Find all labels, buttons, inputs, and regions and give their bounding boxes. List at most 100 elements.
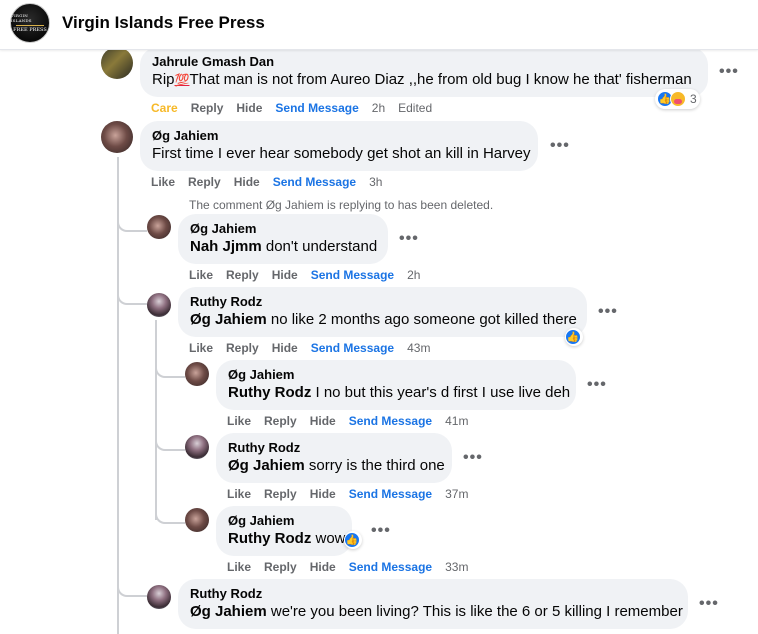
comment-author[interactable]: Ruthy Rodz [190, 294, 575, 310]
page-title[interactable]: Virgin Islands Free Press [62, 13, 265, 33]
more-options-icon[interactable]: ••• [719, 64, 739, 80]
reply-button[interactable]: Reply [188, 175, 221, 189]
avatar[interactable] [101, 121, 133, 153]
more-options-icon[interactable]: ••• [587, 377, 607, 393]
logo-divider [16, 25, 44, 26]
reply-button[interactable]: Reply [226, 268, 259, 282]
avatar[interactable] [101, 47, 133, 79]
reply-button[interactable]: Reply [226, 341, 259, 355]
hide-button[interactable]: Hide [234, 175, 260, 189]
avatar[interactable] [185, 435, 209, 459]
comment-text-body: sorry is the third one [304, 457, 445, 474]
care-reaction-icon [670, 91, 686, 107]
mention-link[interactable]: Øg Jahiem [190, 603, 267, 620]
comment-time[interactable]: 41m [445, 414, 468, 428]
comment-actions: Like Reply Hide Send Message 37m [227, 487, 481, 501]
comment-author[interactable]: Jahrule Gmash Dan [152, 54, 696, 70]
more-options-icon[interactable]: ••• [399, 231, 419, 247]
reaction-count: 3 [690, 92, 697, 106]
comment-author[interactable]: Øg Jahiem [228, 367, 564, 383]
hide-button[interactable]: Hide [272, 268, 298, 282]
comment-text: Øg Jahiem no like 2 months ago someone g… [190, 310, 577, 330]
deleted-comment-note: The comment Øg Jahiem is replying to has… [189, 198, 494, 212]
like-button[interactable]: Like [189, 341, 213, 355]
send-message-button[interactable]: Send Message [273, 175, 356, 189]
send-message-button[interactable]: Send Message [349, 560, 432, 574]
avatar[interactable] [185, 362, 209, 386]
comment-bubble: Ruthy Rodz Øg Jahiem sorry is the third … [216, 433, 452, 483]
logo-text-top: VIRGIN ISLANDS [11, 13, 32, 23]
comment-actions: Like Reply Hide Send Message 33m [227, 560, 481, 574]
mention-link[interactable]: Ruthy Rodz [228, 384, 311, 401]
more-options-icon[interactable]: ••• [598, 304, 618, 320]
more-options-icon[interactable]: ••• [463, 450, 483, 466]
comment-time[interactable]: 2h [407, 268, 420, 282]
hide-button[interactable]: Hide [236, 101, 262, 115]
send-message-button[interactable]: Send Message [349, 414, 432, 428]
comment-time[interactable]: 2h [372, 101, 385, 115]
send-message-button[interactable]: Send Message [311, 341, 394, 355]
comment-time[interactable]: 3h [369, 175, 382, 189]
thread-connector [117, 212, 147, 232]
comment-text: Ruthy Rodz wow [228, 529, 346, 549]
hide-button[interactable]: Hide [310, 414, 336, 428]
hide-button[interactable]: Hide [310, 560, 336, 574]
comment-author[interactable]: Ruthy Rodz [190, 586, 676, 602]
avatar[interactable] [185, 508, 209, 532]
comment-author[interactable]: Øg Jahiem [152, 128, 526, 144]
send-message-button[interactable]: Send Message [275, 101, 358, 115]
comment-actions: Like Reply Hide Send Message 2h [189, 268, 433, 282]
avatar[interactable] [147, 293, 171, 317]
more-options-icon[interactable]: ••• [699, 596, 719, 612]
comment-text-body: I no but this year's d first I use live … [311, 384, 571, 401]
mention-link[interactable]: Øg Jahiem [190, 311, 267, 328]
send-message-button[interactable]: Send Message [349, 487, 432, 501]
reaction-summary[interactable]: 👍 3 [655, 89, 700, 109]
comment-author[interactable]: Øg Jahiem [190, 221, 376, 237]
comment-time[interactable]: 43m [407, 341, 430, 355]
comment-text-body: we're you been living? This is like the … [266, 603, 683, 620]
like-button[interactable]: Like [227, 487, 251, 501]
mention-link[interactable]: Nah Jjmm [190, 238, 262, 255]
reaction-summary[interactable]: 👍 [565, 328, 583, 346]
hide-button[interactable]: Hide [272, 341, 298, 355]
reply-button[interactable]: Reply [264, 414, 297, 428]
reaction-summary[interactable]: 👍 [344, 531, 362, 549]
care-button[interactable]: Care [151, 101, 178, 115]
comment-text-body: don't understand [261, 238, 378, 255]
mention-link[interactable]: Øg Jahiem [228, 457, 305, 474]
comment-text: First time I ever hear somebody get shot… [152, 145, 531, 162]
avatar[interactable] [147, 215, 171, 239]
more-options-icon[interactable]: ••• [550, 138, 570, 154]
edited-label[interactable]: Edited [398, 101, 432, 115]
comment-author[interactable]: Ruthy Rodz [228, 440, 440, 456]
send-message-button[interactable]: Send Message [311, 268, 394, 282]
like-reaction-icon: 👍 [565, 329, 581, 345]
comment-time[interactable]: 37m [445, 487, 468, 501]
more-options-icon[interactable]: ••• [371, 523, 391, 539]
page-logo[interactable]: VIRGIN ISLANDS FREE PRESS [10, 3, 50, 43]
reply-button[interactable]: Reply [264, 487, 297, 501]
hide-button[interactable]: Hide [310, 487, 336, 501]
comment-text: Rip💯That man is not from Aureo Diaz ,,he… [152, 70, 696, 90]
reply-button[interactable]: Reply [191, 101, 224, 115]
like-button[interactable]: Like [227, 560, 251, 574]
comment-time[interactable]: 33m [445, 560, 468, 574]
comment-bubble: Øg Jahiem Ruthy Rodz wow [216, 506, 352, 556]
avatar[interactable] [147, 585, 171, 609]
comment-text-body: no like 2 months ago someone got killed … [266, 311, 577, 328]
comment-text: Øg Jahiem we're you been living? This is… [190, 602, 683, 622]
thread-connector [117, 285, 147, 305]
comment-actions: Care Reply Hide Send Message 2h Edited [151, 101, 445, 115]
like-reaction-icon: 👍 [344, 532, 360, 548]
comment-bubble: Jahrule Gmash Dan Rip💯That man is not fr… [140, 47, 708, 97]
mention-link[interactable]: Ruthy Rodz [228, 530, 311, 547]
like-button[interactable]: Like [227, 414, 251, 428]
comment-text-body: wow [311, 530, 346, 547]
reply-button[interactable]: Reply [264, 560, 297, 574]
like-button[interactable]: Like [151, 175, 175, 189]
like-button[interactable]: Like [189, 268, 213, 282]
comment-actions: Like Reply Hide Send Message 3h [151, 175, 395, 189]
comment-text-body: That man is not from Aureo Diaz ,,he fro… [189, 71, 692, 88]
comment-author[interactable]: Øg Jahiem [228, 513, 340, 529]
